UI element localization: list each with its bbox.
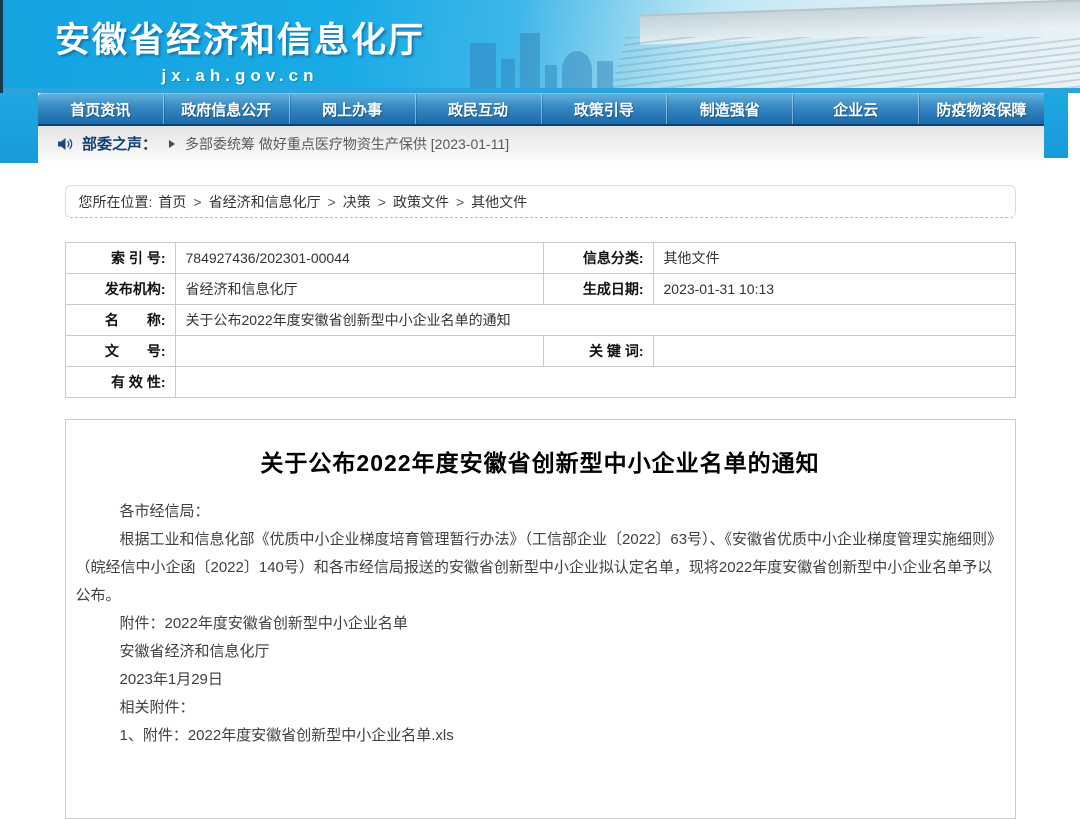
breadcrumb-link-department[interactable]: 省经济和信息化厅 xyxy=(209,192,321,212)
meta-label-index: 索 引 号: xyxy=(65,243,175,274)
article-paragraph: 2023年1月29日 xyxy=(76,666,1005,694)
breadcrumb: 您所在位置: 首页 > 省经济和信息化厅 > 决策 > 政策文件 > 其他文件 xyxy=(65,185,1016,218)
meta-row: 索 引 号: 784927436/202301-00044 信息分类: 其他文件 xyxy=(65,243,1015,274)
article-panel: 关于公布2022年度安徽省创新型中小企业名单的通知 各市经信局： 根据工业和信息… xyxy=(65,419,1016,819)
arrow-right-icon xyxy=(169,140,175,148)
meta-row: 发布机构: 省经济和信息化厅 生成日期: 2023-01-31 10:13 xyxy=(65,274,1015,305)
meta-value-validity xyxy=(175,367,1015,398)
nav-item-home-news[interactable]: 首页资讯 xyxy=(38,94,163,124)
breadcrumb-link-policy-files[interactable]: 政策文件 xyxy=(393,192,449,212)
site-url: jx.ah.gov.cn xyxy=(55,66,425,86)
corner-accent xyxy=(0,0,3,93)
meta-label-publisher: 发布机构: xyxy=(65,274,175,305)
meta-label-validity: 有 效 性: xyxy=(65,367,175,398)
article-paragraph: 相关附件： xyxy=(76,694,1005,722)
breadcrumb-prefix: 您所在位置: xyxy=(79,192,153,212)
nav-item-manufacturing-province[interactable]: 制造强省 xyxy=(666,94,792,124)
breadcrumb-separator: > xyxy=(328,194,336,210)
breadcrumb-separator: > xyxy=(456,194,464,210)
article-paragraph: 附件：2022年度安徽省创新型中小企业名单 xyxy=(76,610,1005,638)
city-skyline-decoration xyxy=(470,33,613,89)
meta-value-name: 关于公布2022年度安徽省创新型中小企业名单的通知 xyxy=(175,305,1015,336)
meta-value-publisher: 省经济和信息化厅 xyxy=(175,274,543,305)
header-bottom-band xyxy=(0,88,1080,93)
meta-row: 文 号: 关 键 词: xyxy=(65,336,1015,367)
article-paragraph: 根据工业和信息化部《优质中小企业梯度培育管理暂行办法》（工信部企业〔2022〕6… xyxy=(76,526,1005,610)
meta-label-docno: 文 号: xyxy=(65,336,175,367)
site-logo-block[interactable]: 安徽省经济和信息化厅 jx.ah.gov.cn xyxy=(55,12,425,86)
meta-row: 有 效 性: xyxy=(65,367,1015,398)
nav-item-public-interaction[interactable]: 政民互动 xyxy=(415,94,541,124)
meta-value-category: 其他文件 xyxy=(653,243,1015,274)
left-edge-strip xyxy=(0,93,38,163)
announcement-ticker: 部委之声： 多部委统筹 做好重点医疗物资生产保供 [2023-01-11] xyxy=(38,126,1044,161)
right-filler xyxy=(1068,93,1080,103)
breadcrumb-separator: > xyxy=(378,194,386,210)
factory-rows-decoration xyxy=(610,37,1080,93)
meta-row: 名 称: 关于公布2022年度安徽省创新型中小企业名单的通知 xyxy=(65,305,1015,336)
meta-label-keywords: 关 键 词: xyxy=(543,336,653,367)
article-body: 各市经信局： 根据工业和信息化部《优质中小企业梯度培育管理暂行办法》（工信部企业… xyxy=(76,498,1005,750)
attachment-link[interactable]: 1、附件：2022年度安徽省创新型中小企业名单.xls xyxy=(76,722,1005,750)
article-paragraph: 安徽省经济和信息化厅 xyxy=(76,638,1005,666)
nav-item-gov-info-disclosure[interactable]: 政府信息公开 xyxy=(163,94,289,124)
ticker-item-link[interactable]: 多部委统筹 做好重点医疗物资生产保供 [2023-01-11] xyxy=(185,134,509,154)
meta-value-docno xyxy=(175,336,543,367)
nav-item-online-services[interactable]: 网上办事 xyxy=(289,94,415,124)
speaker-icon xyxy=(58,137,73,151)
main-nav: 首页资讯 政府信息公开 网上办事 政民互动 政策引导 制造强省 企业云 防疫物资… xyxy=(38,93,1044,126)
nav-item-policy-guidance[interactable]: 政策引导 xyxy=(541,94,667,124)
right-edge-strip xyxy=(1044,93,1068,158)
site-header: 安徽省经济和信息化厅 jx.ah.gov.cn xyxy=(0,0,1080,93)
article-title: 关于公布2022年度安徽省创新型中小企业名单的通知 xyxy=(76,444,1005,478)
document-meta-table: 索 引 号: 784927436/202301-00044 信息分类: 其他文件… xyxy=(65,242,1016,398)
meta-label-date: 生成日期: xyxy=(543,274,653,305)
meta-label-category: 信息分类: xyxy=(543,243,653,274)
subheader-band: 首页资讯 政府信息公开 网上办事 政民互动 政策引导 制造强省 企业云 防疫物资… xyxy=(0,93,1080,163)
breadcrumb-link-decisions[interactable]: 决策 xyxy=(343,192,371,212)
site-title: 安徽省经济和信息化厅 xyxy=(55,12,425,63)
nav-item-enterprise-cloud[interactable]: 企业云 xyxy=(792,94,918,124)
breadcrumb-link-other-files[interactable]: 其他文件 xyxy=(471,192,527,212)
breadcrumb-link-home[interactable]: 首页 xyxy=(158,192,186,212)
breadcrumb-separator: > xyxy=(193,194,201,210)
meta-value-index: 784927436/202301-00044 xyxy=(175,243,543,274)
main-content: 您所在位置: 首页 > 省经济和信息化厅 > 决策 > 政策文件 > 其他文件 … xyxy=(0,163,1080,819)
meta-value-keywords xyxy=(653,336,1015,367)
meta-label-name: 名 称: xyxy=(65,305,175,336)
meta-value-date: 2023-01-31 10:13 xyxy=(653,274,1015,305)
ticker-label: 部委之声： xyxy=(82,133,157,154)
nav-item-epidemic-supplies[interactable]: 防疫物资保障 xyxy=(918,94,1044,124)
article-paragraph: 各市经信局： xyxy=(76,498,1005,526)
